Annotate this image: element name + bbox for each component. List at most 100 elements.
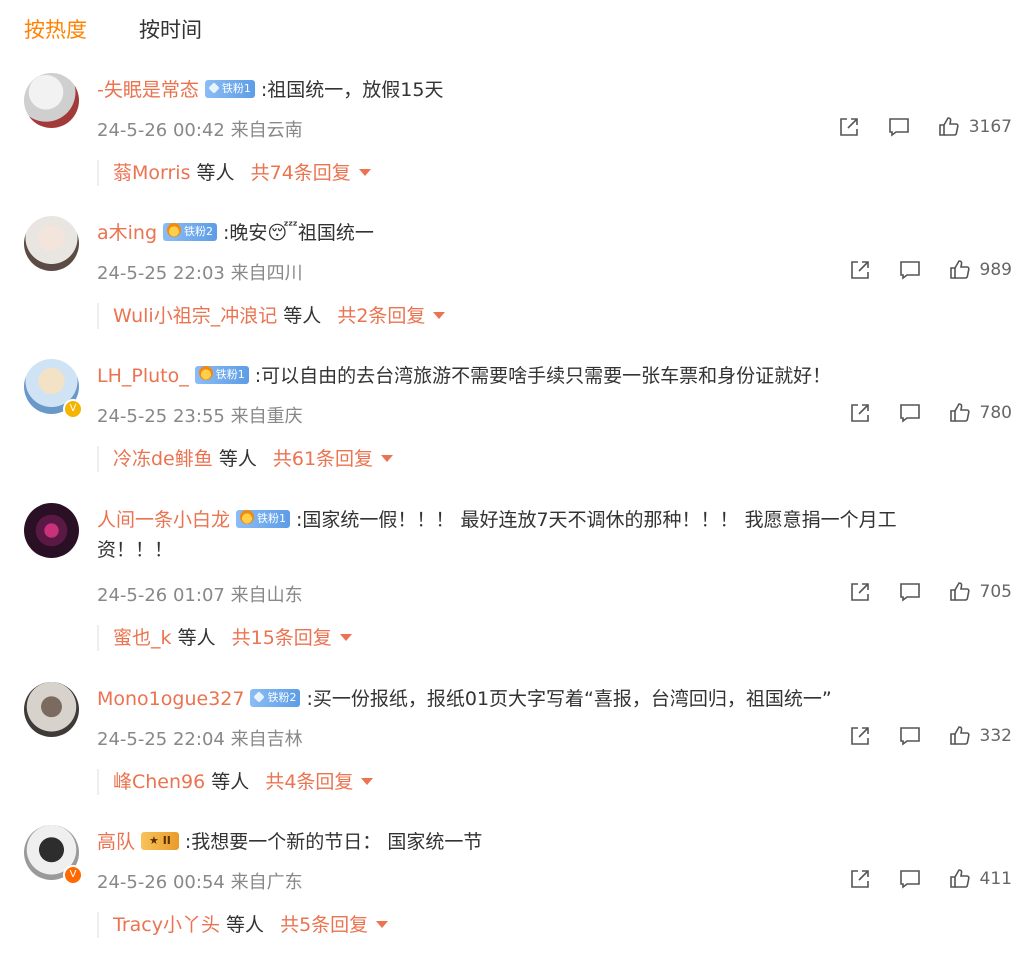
thumbs-up-icon	[938, 117, 959, 136]
comment-meta: 24-5-26 00:42 来自云南	[97, 120, 303, 141]
comment-text-cont: 资！！！	[97, 539, 174, 561]
comment-text: :买一份报纸，报纸01页大字写着“喜报，台湾回归，祖国统一”	[306, 688, 832, 710]
comment-username[interactable]: -失眠是常态	[97, 79, 199, 101]
like-count: 989	[979, 260, 1012, 280]
reply-summary[interactable]: 峰Chen96 等人 共4条回复	[97, 769, 374, 795]
fan-badge-label: 铁粉2	[267, 690, 297, 704]
crown-icon	[167, 222, 182, 237]
fan-badge: 铁粉1	[194, 365, 249, 384]
like-button[interactable]: 780	[948, 401, 1012, 425]
reply-username[interactable]: 冷冻de鲱鱼	[113, 448, 213, 470]
comment-button[interactable]	[898, 580, 922, 604]
avatar[interactable]	[24, 216, 79, 271]
share-icon	[850, 404, 869, 422]
share-button[interactable]	[848, 258, 872, 282]
sort-tabs: 按热度 按时间	[24, 14, 202, 44]
reply-summary[interactable]: Wuli小祖宗_冲浪记 等人 共2条回复	[97, 303, 446, 329]
comment-button[interactable]	[898, 867, 922, 891]
reply-count[interactable]: 共61条回复	[273, 448, 373, 470]
comment-username[interactable]: LH_Pluto_	[97, 365, 189, 387]
comment-button[interactable]	[887, 115, 911, 139]
like-button[interactable]: 332	[948, 724, 1012, 748]
like-button[interactable]: 3167	[937, 115, 1012, 139]
comment-icon	[899, 404, 920, 423]
member-badge-label: II	[162, 833, 171, 847]
reply-summary[interactable]: 冷冻de鲱鱼 等人 共61条回复	[97, 446, 394, 472]
reply-username[interactable]: Wuli小祖宗_冲浪记	[113, 305, 277, 327]
comment-username[interactable]: 人间一条小白龙	[97, 509, 230, 531]
comment-button[interactable]	[898, 724, 922, 748]
share-button[interactable]	[848, 867, 872, 891]
reply-count[interactable]: 共15条回复	[232, 627, 332, 649]
tab-time[interactable]: 按时间	[139, 14, 202, 44]
share-button[interactable]	[848, 401, 872, 425]
fan-badge-label: 铁粉1	[215, 367, 245, 381]
comment-icon	[899, 583, 920, 602]
reply-etc: 等人	[211, 771, 250, 793]
thumbs-up-icon	[949, 726, 970, 745]
fan-badge-label: 铁粉2	[184, 224, 214, 238]
thumbs-up-icon	[949, 582, 970, 601]
avatar[interactable]	[24, 682, 79, 737]
fan-badge: 铁粉2	[163, 222, 218, 241]
reply-summary[interactable]: 蓊Morris 等人 共74条回复	[97, 160, 371, 186]
comment-button[interactable]	[898, 401, 922, 425]
comment-actions: 780	[848, 401, 1012, 425]
reply-username[interactable]: Tracy小丫头	[113, 914, 220, 936]
reply-etc: 等人	[196, 162, 235, 184]
share-icon	[839, 118, 858, 136]
share-icon	[850, 261, 869, 279]
reply-count[interactable]: 共2条回复	[337, 305, 425, 327]
reply-count[interactable]: 共4条回复	[265, 771, 353, 793]
fan-badge: 铁粉2	[250, 688, 301, 707]
reply-username[interactable]: 蜜也_k	[113, 627, 172, 649]
reply-etc: 等人	[218, 448, 257, 470]
share-button[interactable]	[848, 724, 872, 748]
comment-meta: 24-5-26 01:07 来自山东	[97, 585, 303, 606]
diamond-icon	[208, 81, 220, 94]
comment-actions: 705	[848, 580, 1012, 604]
chevron-down-icon	[361, 778, 374, 785]
reply-count[interactable]: 共5条回复	[280, 914, 368, 936]
fan-badge-label: 铁粉1	[221, 81, 251, 95]
comment-username[interactable]: a木ing	[97, 222, 157, 244]
reply-etc: 等人	[283, 305, 322, 327]
avatar[interactable]	[24, 73, 79, 128]
like-count: 332	[979, 726, 1012, 746]
fan-badge-label: 铁粉1	[257, 511, 287, 525]
member-badge: ★ II	[141, 831, 179, 850]
comment-text: :晚安😴祖国统一	[223, 222, 374, 244]
like-button[interactable]: 411	[948, 867, 1012, 891]
comment-text: :可以自由的去台湾旅游不需要啥手续只需要一张车票和身份证就好！	[254, 365, 832, 387]
share-button[interactable]	[837, 115, 861, 139]
like-button[interactable]: 705	[948, 580, 1012, 604]
share-icon	[850, 870, 869, 888]
comment-icon	[899, 870, 920, 889]
share-button[interactable]	[848, 580, 872, 604]
comment-username[interactable]: Mono1ogue327	[97, 688, 244, 710]
fan-badge: 铁粉1	[204, 79, 255, 98]
reply-etc: 等人	[177, 627, 216, 649]
avatar[interactable]	[24, 503, 79, 558]
reply-username[interactable]: 峰Chen96	[113, 771, 205, 793]
chevron-down-icon	[339, 634, 352, 641]
comment-actions: 3167	[837, 115, 1012, 139]
comment-button[interactable]	[898, 258, 922, 282]
reply-summary[interactable]: 蜜也_k 等人 共15条回复	[97, 625, 352, 651]
reply-username[interactable]: 蓊Morris	[113, 162, 191, 184]
like-count: 705	[979, 582, 1012, 602]
like-count: 3167	[968, 117, 1012, 137]
like-count: 411	[979, 869, 1012, 889]
share-icon	[850, 583, 869, 601]
tab-hot[interactable]: 按热度	[24, 14, 87, 44]
comment-text: :祖国统一，放假15天	[260, 79, 444, 101]
comment-actions: 332	[848, 724, 1012, 748]
like-button[interactable]: 989	[948, 258, 1012, 282]
share-icon	[850, 727, 869, 745]
thumbs-up-icon	[949, 869, 970, 888]
comment-username[interactable]: 高队	[97, 831, 135, 853]
star-icon: ★	[149, 833, 163, 847]
comment-icon	[899, 261, 920, 280]
reply-summary[interactable]: Tracy小丫头 等人 共5条回复	[97, 912, 389, 938]
reply-count[interactable]: 共74条回复	[251, 162, 351, 184]
